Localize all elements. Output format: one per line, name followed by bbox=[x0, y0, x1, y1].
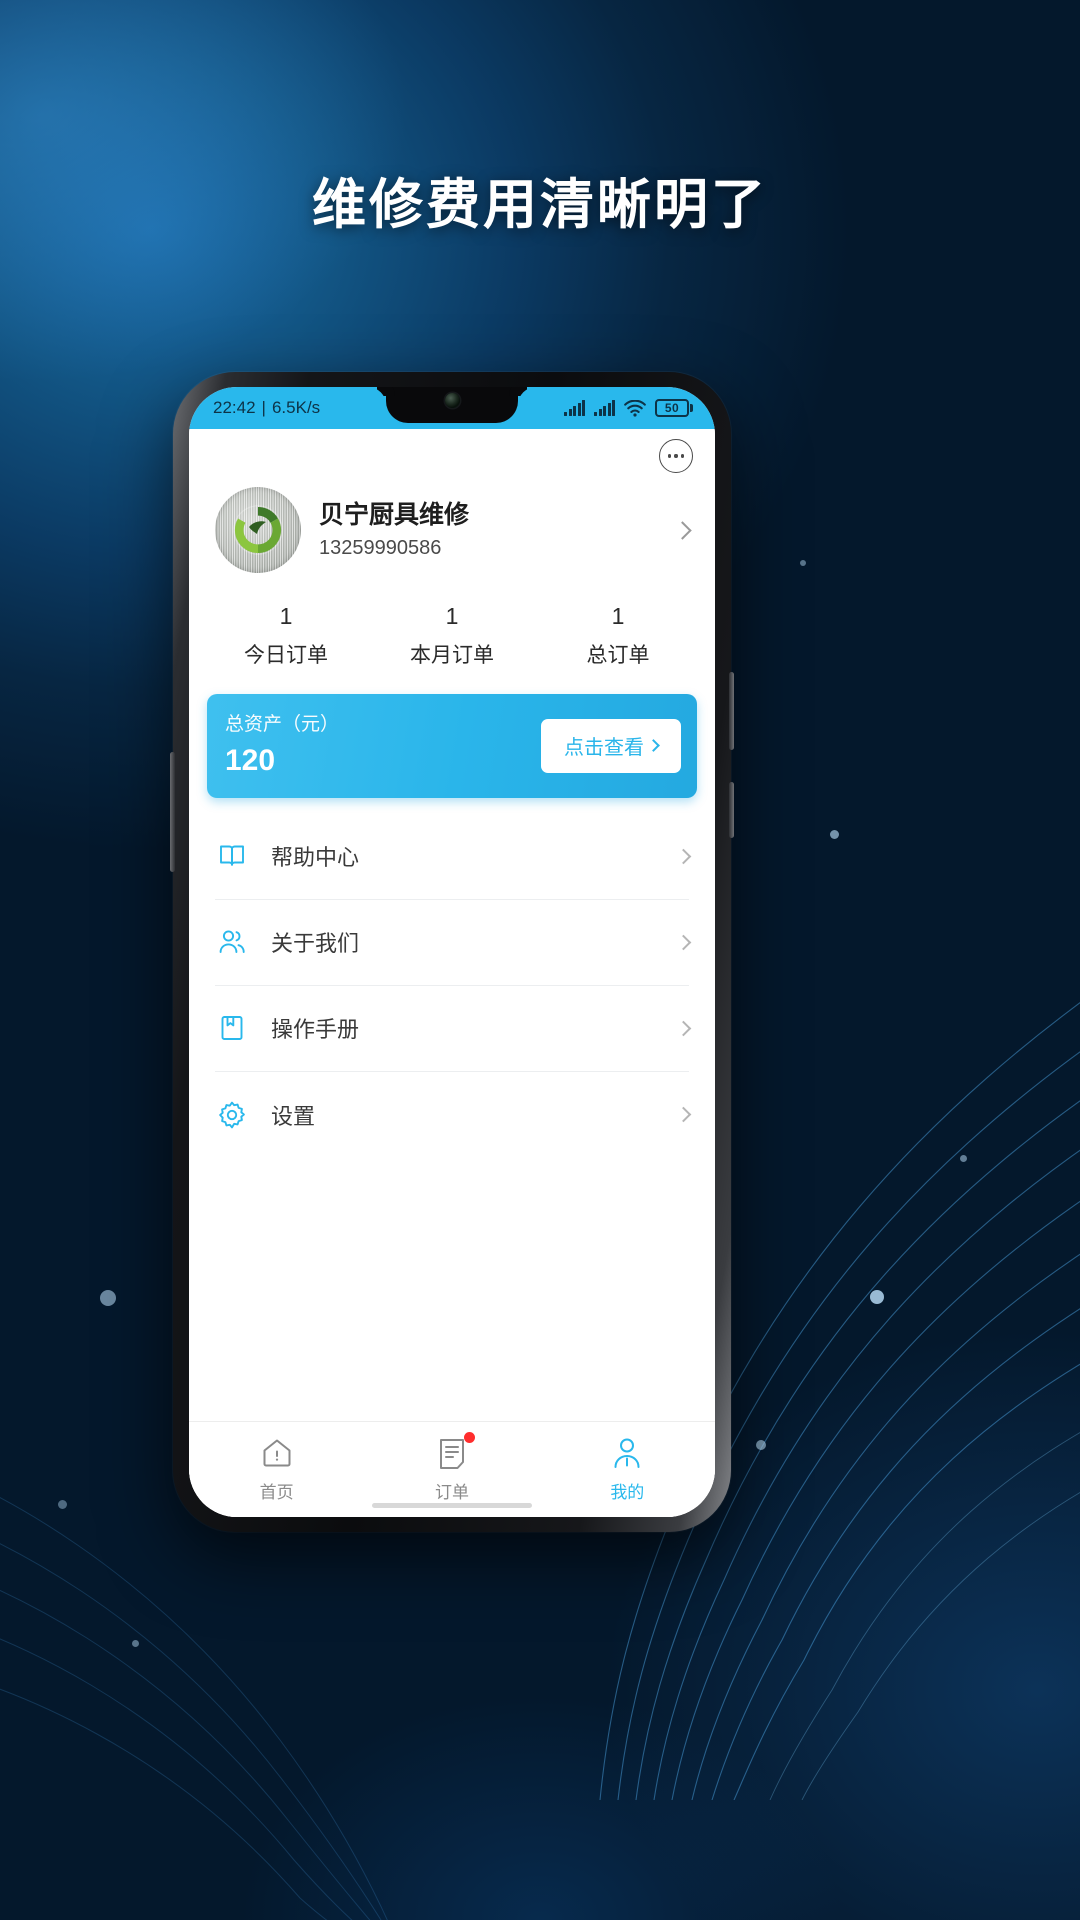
stat-value: 1 bbox=[611, 603, 625, 629]
order-badge-dot bbox=[463, 1432, 475, 1443]
order-stats-row: 1 今日订单 1 本月订单 1 总订单 bbox=[189, 603, 715, 668]
phone-side-button bbox=[729, 782, 734, 838]
app-content: 贝宁厨具维修 13259990586 1 今日订单 1 本月订单 1 总订单 总… bbox=[189, 429, 715, 1421]
chevron-right-icon bbox=[647, 739, 660, 753]
total-asset-title: 总资产（元） bbox=[225, 714, 340, 736]
view-detail-button[interactable]: 点击查看 bbox=[541, 718, 681, 773]
chevron-right-icon bbox=[675, 1020, 692, 1037]
home-indicator bbox=[372, 1503, 532, 1508]
app-topbar bbox=[189, 429, 715, 483]
menu-item-settings[interactable]: 设置 bbox=[215, 1072, 692, 1158]
tab-profile[interactable]: 我的 bbox=[540, 1434, 715, 1503]
home-icon bbox=[260, 1434, 294, 1472]
stat-label: 今日订单 bbox=[244, 643, 328, 667]
tab-label: 我的 bbox=[610, 1483, 645, 1502]
tab-home[interactable]: 首页 bbox=[189, 1434, 364, 1503]
menu-list: 帮助中心 关于我们 操作手册 设置 bbox=[189, 814, 715, 1158]
book-open-icon bbox=[215, 839, 249, 873]
profile-phone: 13259990586 bbox=[319, 536, 442, 559]
bookmark-icon bbox=[215, 1011, 249, 1045]
menu-item-label: 设置 bbox=[271, 1103, 316, 1129]
more-options-icon[interactable] bbox=[659, 439, 693, 473]
stat-value: 1 bbox=[279, 603, 293, 629]
profile-row[interactable]: 贝宁厨具维修 13259990586 bbox=[189, 483, 715, 573]
cellular-signal-icon-1 bbox=[564, 399, 585, 416]
status-bar: 22:42 | 6.5K/s 50 bbox=[189, 387, 715, 429]
page-headline: 维修费用清晰明了 bbox=[312, 175, 768, 235]
status-separator: | bbox=[261, 398, 266, 417]
cellular-signal-icon-2 bbox=[594, 399, 615, 416]
status-bar-left: 22:42 | 6.5K/s bbox=[207, 398, 320, 418]
user-icon bbox=[611, 1434, 643, 1472]
menu-item-about-us[interactable]: 关于我们 bbox=[215, 900, 692, 986]
status-network-speed: 6.5K/s bbox=[271, 398, 321, 417]
stat-item-today[interactable]: 1 今日订单 bbox=[203, 603, 369, 668]
stat-item-month[interactable]: 1 本月订单 bbox=[369, 603, 535, 668]
order-list-icon bbox=[436, 1432, 475, 1472]
app-screen: 贝宁厨具维修 13259990586 1 今日订单 1 本月订单 1 总订单 总… bbox=[189, 429, 715, 1517]
total-asset-value: 120 bbox=[225, 744, 276, 778]
battery-icon: 50 bbox=[655, 399, 693, 417]
status-bar-right: 50 bbox=[564, 399, 697, 417]
status-time: 22:42 bbox=[213, 398, 256, 417]
tab-label: 订单 bbox=[434, 1483, 469, 1502]
avatar bbox=[215, 487, 301, 573]
view-detail-label: 点击查看 bbox=[564, 737, 644, 760]
menu-item-label: 帮助中心 bbox=[271, 845, 360, 871]
phone-screen: 22:42 | 6.5K/s 50 贝宁厨具维修 13259990586 1 今… bbox=[189, 387, 715, 1517]
menu-item-manual[interactable]: 操作手册 bbox=[215, 986, 692, 1072]
chevron-right-icon bbox=[675, 1107, 692, 1123]
wifi-icon bbox=[624, 399, 646, 417]
tab-label: 首页 bbox=[259, 1483, 294, 1502]
total-asset-info: 总资产（元） 120 bbox=[225, 714, 339, 777]
tab-orders[interactable]: 订单 bbox=[364, 1432, 539, 1503]
gear-icon bbox=[215, 1098, 249, 1132]
stat-label: 本月订单 bbox=[410, 643, 494, 667]
chevron-right-icon[interactable] bbox=[673, 520, 692, 540]
phone-notch bbox=[386, 387, 518, 423]
stat-item-total[interactable]: 1 总订单 bbox=[535, 603, 701, 668]
stat-value: 1 bbox=[445, 603, 459, 629]
people-icon bbox=[215, 925, 249, 959]
battery-level-text: 50 bbox=[655, 399, 689, 417]
menu-item-help-center[interactable]: 帮助中心 bbox=[215, 814, 692, 900]
profile-name: 贝宁厨具维修 bbox=[319, 501, 470, 530]
chevron-right-icon bbox=[675, 848, 692, 865]
chevron-right-icon bbox=[675, 934, 692, 951]
phone-mockup-frame: 22:42 | 6.5K/s 50 贝宁厨具维修 13259990586 1 今… bbox=[170, 372, 734, 1532]
stat-label: 总订单 bbox=[586, 643, 650, 667]
front-camera-icon bbox=[444, 393, 460, 408]
total-asset-card[interactable]: 总资产（元） 120 点击查看 bbox=[207, 693, 697, 798]
menu-item-label: 关于我们 bbox=[271, 931, 360, 957]
menu-item-label: 操作手册 bbox=[271, 1017, 360, 1043]
profile-info: 贝宁厨具维修 13259990586 bbox=[319, 500, 676, 559]
